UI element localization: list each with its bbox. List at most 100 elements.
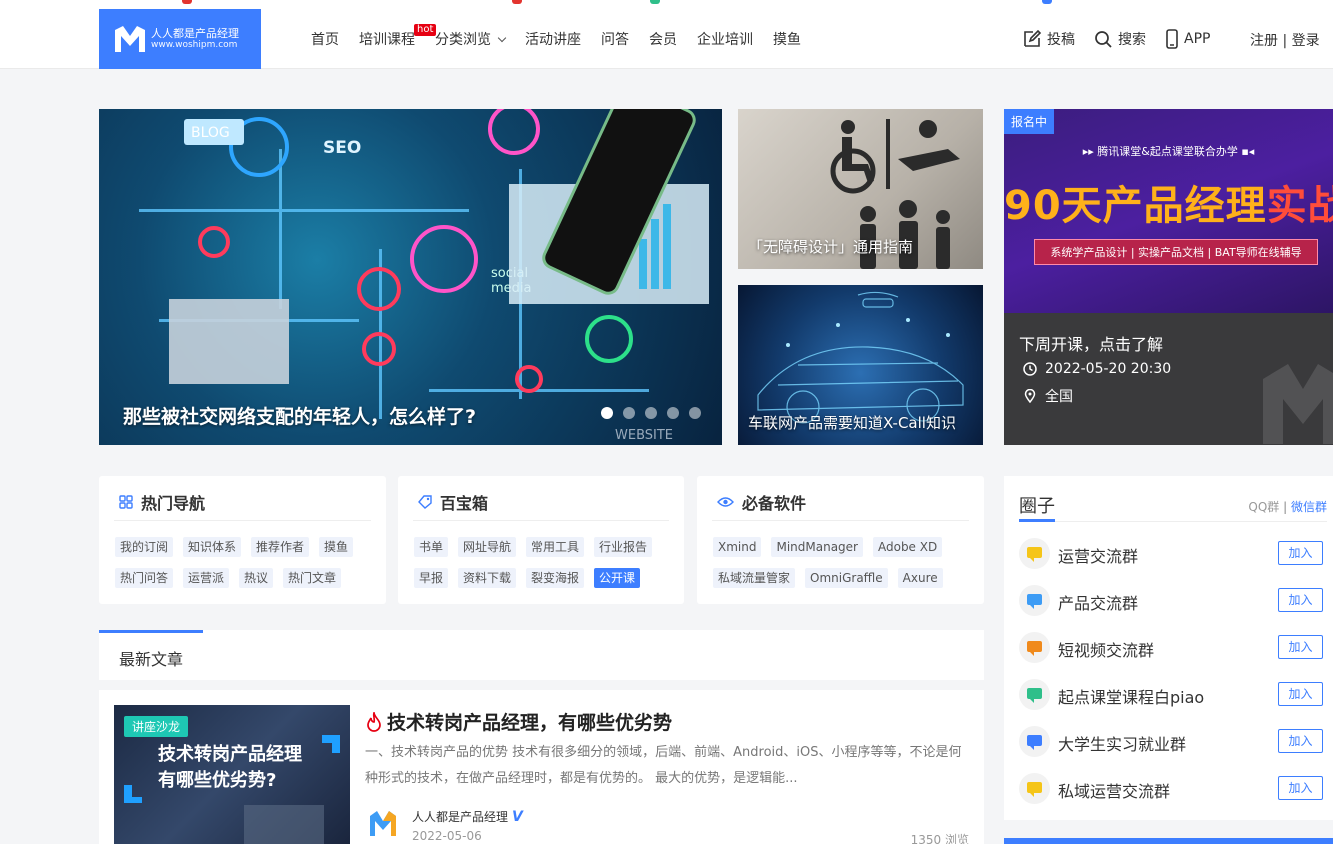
join-button[interactable]: 加入	[1278, 682, 1323, 706]
tag[interactable]: 资料下载	[458, 568, 517, 588]
join-button[interactable]: 加入	[1278, 588, 1323, 612]
article-card[interactable]: 讲座沙龙 技术转岗产品经理 有哪些优劣势? 技术转岗产品经理，有哪些优劣势 一、…	[99, 690, 984, 844]
tag[interactable]: 常用工具	[526, 537, 585, 557]
tag[interactable]: 早报	[414, 568, 449, 588]
tag-list: Xmind MindManager Adobe XD 私域流量管家 OmniGraffl…	[713, 536, 973, 598]
nav-categories[interactable]: 分类浏览	[435, 30, 507, 50]
thumbnail-title-line2: 有哪些优劣势?	[158, 770, 277, 791]
group-item: 短视频交流群 加入	[1019, 632, 1329, 666]
site-logo[interactable]: 人人都是产品经理 www.woshipm.com	[99, 9, 261, 69]
feature-card-xcall[interactable]: 车联网产品需要知道X-Call知识	[738, 285, 983, 445]
carousel-dot[interactable]	[601, 407, 613, 419]
tag[interactable]: 热议	[239, 568, 274, 588]
article-title[interactable]: 技术转岗产品经理，有哪些优劣势	[365, 708, 672, 735]
view-count: 1350 浏览	[910, 833, 969, 844]
tag[interactable]: 热门问答	[115, 568, 174, 588]
promo-headline-b: 实战班	[1266, 183, 1333, 229]
register-login-link[interactable]: 注册 | 登录	[1250, 30, 1320, 50]
group-type-links: QQ群 | 微信群	[1248, 498, 1327, 515]
carousel-dot[interactable]	[623, 407, 635, 419]
post-button[interactable]: 投稿	[1022, 29, 1075, 49]
tag[interactable]: 知识体系	[183, 537, 242, 557]
tag[interactable]: 我的订阅	[115, 537, 174, 557]
group-name: 短视频交流群	[1058, 641, 1155, 660]
divider	[1019, 521, 1327, 522]
browser-top-strip	[0, 0, 1333, 8]
promo-headline-a: 90天产品经理	[1004, 183, 1267, 229]
group-item: 私域运营交流群 加入	[1019, 773, 1329, 807]
chevron-down-icon	[497, 33, 507, 43]
nav-courses[interactable]: 培训课程 hot	[359, 24, 437, 50]
nav-enterprise-training[interactable]: 企业培训	[697, 30, 753, 50]
join-button[interactable]: 加入	[1278, 729, 1323, 753]
thumbnail-title-line1: 技术转岗产品经理	[158, 744, 302, 765]
tag[interactable]: 推荐作者	[251, 537, 310, 557]
tag[interactable]: 书单	[414, 537, 449, 557]
article-thumbnail[interactable]: 讲座沙龙 技术转岗产品经理 有哪些优劣势?	[114, 705, 350, 844]
group-name: 运营交流群	[1058, 547, 1139, 566]
article-author[interactable]: 人人都是产品经理 V 2022-05-06	[368, 808, 523, 843]
feature-card-accessibility[interactable]: 「无障碍设计」通用指南	[738, 109, 983, 269]
carousel-dot[interactable]	[689, 407, 701, 419]
nav-home[interactable]: 首页	[311, 30, 339, 50]
tag[interactable]: 裂变海报	[526, 568, 585, 588]
box-title: 百宝箱	[440, 494, 489, 513]
app-button[interactable]: APP	[1165, 29, 1210, 49]
thumbnail-title: 技术转岗产品经理 有哪些优劣势?	[158, 742, 302, 794]
edit-icon	[1024, 29, 1042, 47]
article-title-text: 技术转岗产品经理，有哪些优劣势	[387, 712, 673, 734]
tag-icon	[418, 495, 432, 509]
groups-panel: 圈子 QQ群 | 微信群 运营交流群 加入 产品交流群 加入 短视频交流群 加入…	[1004, 476, 1333, 820]
active-tab-indicator	[99, 630, 203, 633]
tag-list: 我的订阅 知识体系 推荐作者 摸鱼热门问答 运营派 热议 热门文章	[115, 536, 375, 598]
tag[interactable]: 热门文章	[283, 568, 342, 588]
course-promo[interactable]: ▸▸ 腾讯课堂&起点课堂联合办学 ▪◂ 90天产品经理实战班 系统学产品设计 |…	[1004, 109, 1333, 445]
promo-title[interactable]: 下周开课，点击了解	[1019, 331, 1163, 355]
chat-icon	[1019, 679, 1050, 710]
article-summary: 一、技术转岗产品的优势 技术有很多细分的领域，后端、前端、Android、iOS…	[365, 745, 962, 786]
tag[interactable]: 网址导航	[458, 537, 517, 557]
join-button[interactable]: 加入	[1278, 541, 1323, 565]
nav-qa[interactable]: 问答	[601, 30, 629, 50]
qq-group-link[interactable]: QQ群	[1248, 500, 1279, 514]
hero-image-word: BLOG	[191, 125, 230, 141]
tag[interactable]: 行业报告	[594, 537, 653, 557]
tag[interactable]: 私域流量管家	[713, 568, 796, 588]
search-label: 搜索	[1118, 32, 1146, 48]
group-name: 私域运营交流群	[1058, 782, 1171, 801]
join-button[interactable]: 加入	[1278, 635, 1323, 659]
grid-icon	[119, 495, 133, 509]
tag[interactable]: Adobe XD	[872, 537, 943, 557]
hero-image-word: SEO	[323, 138, 361, 158]
chat-icon	[1019, 773, 1050, 804]
nav-events[interactable]: 活动讲座	[525, 30, 581, 50]
tag[interactable]: Xmind	[713, 537, 762, 557]
promo-location: 全国	[1023, 386, 1073, 406]
tag[interactable]: Axure	[897, 568, 943, 588]
hero-title[interactable]: 那些被社交网络支配的年轻人，怎么样了?	[123, 402, 476, 429]
tag-active[interactable]: 公开课	[594, 568, 641, 588]
carousel-dot[interactable]	[667, 407, 679, 419]
tag[interactable]: OmniGraffle	[805, 568, 888, 588]
tag[interactable]: 摸鱼	[319, 537, 354, 557]
signup-badge: 报名中	[1004, 109, 1055, 134]
latest-articles-header: 最新文章	[99, 630, 984, 680]
group-item: 运营交流群 加入	[1019, 538, 1329, 572]
join-button[interactable]: 加入	[1278, 776, 1323, 800]
carousel-dot[interactable]	[645, 407, 657, 419]
tag[interactable]: MindManager	[771, 537, 863, 557]
nav-moyu[interactable]: 摸鱼	[773, 30, 801, 50]
carousel-dots	[601, 407, 711, 419]
wechat-group-link[interactable]: 微信群	[1291, 500, 1327, 514]
promo-strip: 系统学产品设计 | 实操产品文档 | BAT导师在线辅导	[1034, 239, 1318, 265]
hero-carousel[interactable]: BLOG SEO social media WEBSITE 那些被社交网络支配的…	[99, 109, 722, 445]
group-item: 大学生实习就业群 加入	[1019, 726, 1329, 760]
search-button[interactable]: 搜索	[1094, 29, 1146, 49]
nav-categories-label: 分类浏览	[435, 32, 491, 48]
tab-latest[interactable]: 最新文章	[119, 646, 183, 670]
promo-location-text: 全国	[1045, 389, 1073, 405]
box-title: 热门导航	[141, 494, 206, 513]
nav-membership[interactable]: 会员	[649, 30, 677, 50]
tag[interactable]: 运营派	[183, 568, 230, 588]
card-caption: 车联网产品需要知道X-Call知识	[748, 414, 956, 432]
